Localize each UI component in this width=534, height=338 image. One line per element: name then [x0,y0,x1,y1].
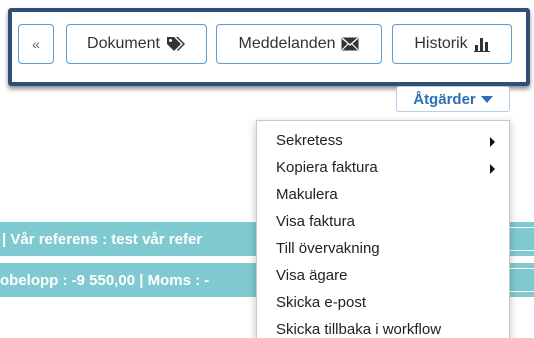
menu-item-label: Visa ägare [276,267,348,284]
caret-down-icon [480,96,493,103]
dokument-button[interactable]: Dokument [66,24,207,64]
menu-item-label: Makulera [276,186,338,203]
collapse-label: « [32,36,40,52]
menu-item-till-overvakning[interactable]: Till övervakning [257,235,509,262]
menu-item-skicka-epost[interactable]: Skicka e-post [257,289,509,316]
menu-item-label: Skicka e-post [276,294,367,311]
info-bar-box [508,268,534,292]
invoice-view: | Vår referens : test vår refer obelopp … [0,0,534,338]
tags-icon [166,36,186,52]
envelope-icon [341,37,359,51]
info-bar-box [508,227,534,251]
menu-item-sekretess[interactable]: Sekretess [257,127,509,154]
historik-button[interactable]: Historik [392,24,512,64]
atgarder-dropdown-button[interactable]: Åtgärder [396,86,510,112]
menu-item-label: Sekretess [276,132,343,149]
atgarder-menu: Sekretess Kopiera faktura Makulera Visa … [256,120,510,338]
amount-info-text: obelopp : -9 550,00 | Moms : - [0,271,210,289]
menu-item-label: Visa faktura [276,213,355,230]
menu-item-visa-faktura[interactable]: Visa faktura [257,208,509,235]
menu-item-label: Till övervakning [276,240,380,257]
menu-item-label: Skicka tillbaka i workflow [276,321,442,338]
historik-label: Historik [414,35,468,52]
menu-item-kopiera-faktura[interactable]: Kopiera faktura [257,154,509,181]
menu-item-label: Kopiera faktura [276,159,378,176]
reference-info-text: | Vår referens : test vår refer [2,230,203,248]
submenu-arrow-icon [490,164,495,174]
menu-item-skicka-tillbaka[interactable]: Skicka tillbaka i workflow [257,316,509,338]
meddelanden-button[interactable]: Meddelanden [216,24,382,64]
menu-item-visa-agare[interactable]: Visa ägare [257,262,509,289]
submenu-arrow-icon [490,137,495,147]
menu-item-makulera[interactable]: Makulera [257,181,509,208]
atgarder-label: Åtgärder [413,90,476,108]
collapse-button[interactable]: « [18,24,54,64]
bar-chart-icon [473,36,490,52]
meddelanden-label: Meddelanden [238,35,336,52]
dokument-label: Dokument [87,35,160,52]
